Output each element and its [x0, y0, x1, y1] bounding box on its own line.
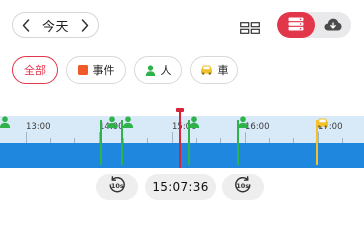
- person-event-icon[interactable]: [0, 113, 11, 128]
- forward-10s-button[interactable]: 10s: [222, 174, 264, 200]
- car-icon: [200, 65, 213, 75]
- grid-icon[interactable]: [240, 19, 260, 34]
- tick-label: 13:00: [26, 122, 51, 132]
- filter-car-label: 車: [217, 64, 229, 77]
- tick-mark: [245, 132, 246, 143]
- tick-mark: [269, 138, 270, 143]
- filter-event-chip[interactable]: 事件: [66, 56, 126, 84]
- current-time-display[interactable]: 15:07:36: [145, 174, 216, 200]
- top-bar: 今天: [0, 0, 364, 48]
- tick-mark: [293, 138, 294, 143]
- cloud-storage-button[interactable]: [315, 12, 351, 38]
- chevron-left-icon[interactable]: [17, 15, 35, 35]
- event-icon: [77, 65, 88, 75]
- person-event-icon[interactable]: [122, 113, 134, 128]
- filter-event-label: 事件: [92, 64, 115, 77]
- tick-mark: [74, 138, 75, 143]
- recording-timeline[interactable]: 13:00 14:00 15:00 16:00 17:00: [0, 108, 364, 168]
- date-label: 今天: [41, 19, 69, 35]
- playhead-cursor[interactable]: [179, 110, 181, 168]
- rewind-10s-icon: 10s: [107, 175, 127, 199]
- recording-bar[interactable]: [0, 143, 364, 168]
- tick-mark: [342, 138, 343, 143]
- event-marker-line: [100, 120, 102, 165]
- cloud-icon: [324, 16, 342, 35]
- tick-mark: [220, 138, 221, 143]
- tick-mark: [172, 132, 173, 143]
- rewind-10s-label: 10s: [111, 182, 124, 190]
- tick-mark: [318, 132, 319, 143]
- tick-mark: [50, 138, 51, 143]
- storage-toggle: [277, 12, 351, 38]
- chevron-right-icon[interactable]: [76, 15, 94, 35]
- forward-10s-icon: 10s: [233, 175, 253, 199]
- tick-mark: [26, 132, 27, 143]
- local-storage-button[interactable]: [277, 12, 315, 38]
- server-icon: [288, 16, 304, 35]
- forward-10s-label: 10s: [236, 182, 249, 190]
- filter-car-chip[interactable]: 車: [190, 56, 238, 84]
- current-time-label: 15:07:36: [152, 180, 209, 194]
- date-selector[interactable]: 今天: [12, 12, 99, 38]
- car-event-icon[interactable]: [316, 113, 329, 128]
- tick-mark: [147, 138, 148, 143]
- rewind-10s-button[interactable]: 10s: [96, 174, 138, 200]
- person-event-icon[interactable]: [237, 113, 249, 128]
- filter-all-chip[interactable]: 全部: [12, 56, 58, 84]
- filter-person-chip[interactable]: 人: [134, 56, 182, 84]
- person-event-icon[interactable]: [188, 113, 200, 128]
- tick-mark: [123, 138, 124, 143]
- filter-person-label: 人: [160, 64, 172, 77]
- tick-mark: [196, 138, 197, 143]
- filter-all-label: 全部: [24, 64, 46, 77]
- person-event-icon[interactable]: [106, 113, 118, 128]
- person-icon: [145, 64, 156, 76]
